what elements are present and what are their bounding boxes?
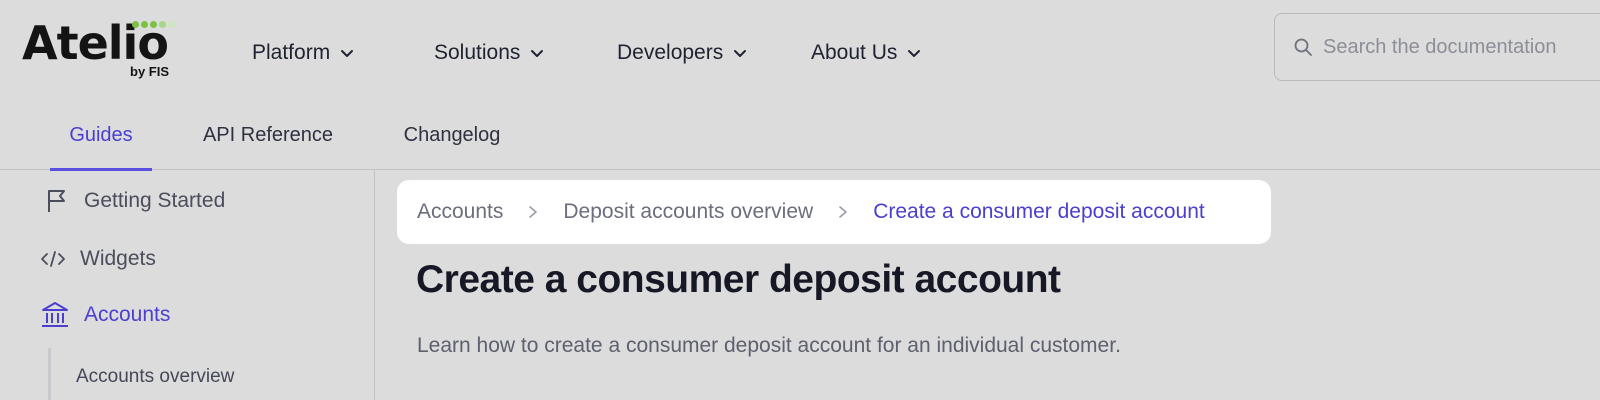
sidebar-item-label: Widgets: [80, 247, 156, 270]
chevron-down-icon: [734, 50, 747, 57]
nav-label: About Us: [811, 41, 898, 64]
code-icon: [41, 251, 65, 267]
tab-api-reference[interactable]: API Reference: [196, 100, 340, 170]
doc-tabs: Guides API Reference Changelog: [0, 100, 1600, 171]
nav-label: Developers: [617, 41, 724, 64]
flag-icon: [48, 190, 65, 212]
logo-dots: [132, 21, 175, 29]
logo-dot: [159, 21, 166, 28]
logo-dot: [132, 21, 139, 28]
chevron-right-icon: [529, 206, 538, 218]
chevron-down-icon: [908, 50, 921, 57]
page-title: Create a consumer deposit account: [416, 258, 1061, 301]
sidebar-item-label: Getting Started: [84, 189, 226, 212]
search-icon: [1294, 38, 1312, 56]
breadcrumb-current-page[interactable]: Create a consumer deposit account: [873, 200, 1205, 224]
top-navigation: Atelio by FIS Platform Solutions Develop…: [0, 0, 1600, 100]
logo-dot: [150, 21, 157, 28]
nav-label: Solutions: [434, 41, 521, 64]
logo-dot: [141, 21, 148, 28]
tab-guides[interactable]: Guides: [50, 100, 152, 171]
nav-solutions[interactable]: Solutions: [434, 38, 544, 68]
breadcrumb-link-accounts[interactable]: Accounts: [417, 200, 503, 224]
sidebar-item-accounts[interactable]: Accounts: [40, 300, 170, 330]
chevron-down-icon: [531, 50, 544, 57]
nav-about-us[interactable]: About Us: [811, 38, 921, 68]
sidebar: Getting Started Widgets Accounts Account…: [0, 170, 375, 400]
breadcrumb-link-deposit-accounts-overview[interactable]: Deposit accounts overview: [563, 200, 813, 224]
tab-changelog[interactable]: Changelog: [394, 100, 510, 170]
sidebar-item-widgets[interactable]: Widgets: [40, 246, 156, 272]
search-input[interactable]: [1323, 35, 1600, 59]
logo-dot: [168, 21, 175, 28]
sidebar-item-label: Accounts: [84, 303, 171, 326]
logo-subtitle: by FIS: [130, 64, 170, 79]
nav-label: Platform: [252, 41, 331, 64]
bank-icon: [42, 302, 68, 327]
sidebar-nesting-rail: [48, 348, 51, 400]
sidebar-subitem-accounts-overview[interactable]: Accounts overview: [76, 366, 234, 388]
search-box[interactable]: [1274, 13, 1600, 81]
page-description: Learn how to create a consumer deposit a…: [417, 334, 1121, 357]
nav-platform[interactable]: Platform: [252, 38, 354, 68]
chevron-right-icon: [839, 206, 847, 218]
nav-developers[interactable]: Developers: [617, 38, 747, 68]
atelio-logo[interactable]: Atelio by FIS: [22, 18, 175, 80]
breadcrumb: Accounts Deposit accounts overview Creat…: [397, 180, 1271, 244]
chevron-down-icon: [341, 50, 354, 57]
sidebar-item-getting-started[interactable]: Getting Started: [44, 188, 225, 214]
